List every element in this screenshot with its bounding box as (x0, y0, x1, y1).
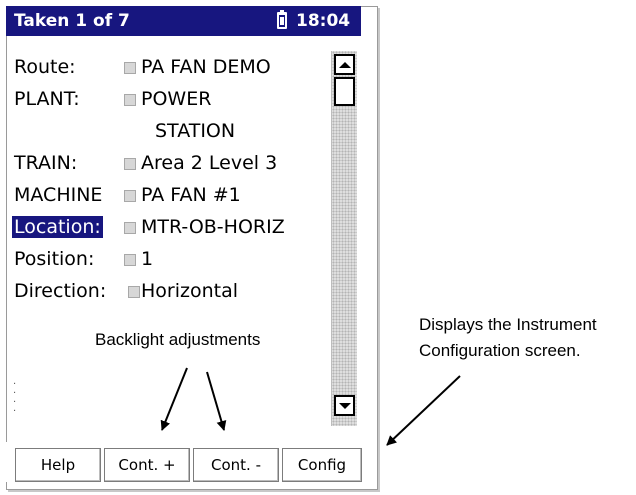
arrow-to-cont-plus (160, 367, 188, 431)
arrow-to-config (386, 375, 461, 446)
arrow-to-cont-minus (206, 371, 227, 431)
annotation-arrows (160, 367, 461, 446)
